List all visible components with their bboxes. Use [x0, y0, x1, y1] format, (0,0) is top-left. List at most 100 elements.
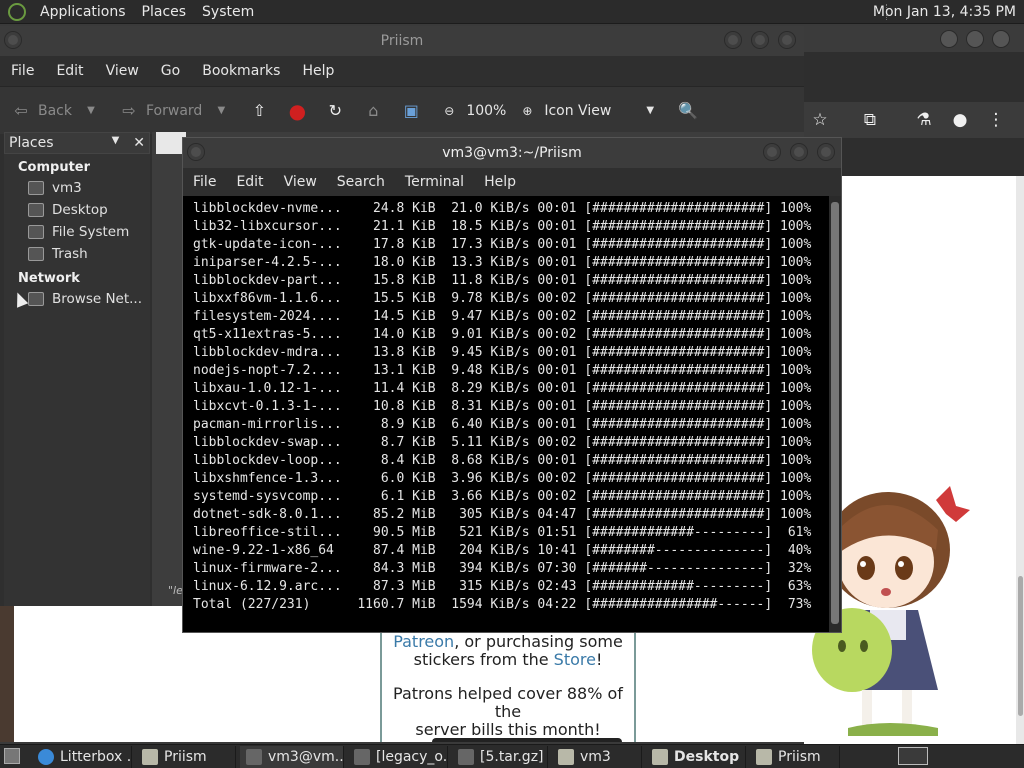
maximize-button[interactable]	[751, 31, 769, 49]
terminal-line: Total (227/231) 1160.7 MiB 1594 KiB/s 04…	[193, 597, 812, 612]
patreon-link[interactable]: Patreon	[393, 632, 454, 651]
taskbar-item[interactable]: Priism	[750, 745, 840, 768]
menu-view[interactable]: View	[274, 174, 327, 190]
store-link[interactable]: Store	[554, 650, 596, 669]
clock[interactable]: Mon Jan 13, 4:35 PM	[873, 4, 1016, 20]
close-button[interactable]	[817, 143, 835, 161]
labs-flask-icon[interactable]: ⚗	[914, 110, 934, 130]
home-button[interactable]: ⌂	[362, 100, 390, 122]
home-folder-icon: ⌂	[368, 100, 379, 120]
chevron-down-icon[interactable]: ▼	[639, 100, 661, 122]
menu-terminal[interactable]: Terminal	[395, 174, 474, 190]
support-text: stickers from the	[413, 650, 554, 669]
zoom-in-button[interactable]: ⊕ Icon View ▼	[516, 100, 667, 122]
view-mode-select[interactable]: Icon View	[544, 103, 611, 119]
up-button[interactable]: ⇧	[248, 100, 276, 122]
trash-icon	[28, 247, 44, 261]
profile-icon[interactable]: ●	[950, 110, 970, 130]
scroll-thumb[interactable]	[1018, 576, 1023, 716]
maximize-button[interactable]	[790, 143, 808, 161]
fm-titlebar[interactable]: Priism	[0, 26, 804, 56]
taskbar-item[interactable]: Desktop	[646, 745, 746, 768]
workspace-switcher[interactable]	[898, 747, 928, 765]
taskbar-item[interactable]: [legacy_o...	[348, 745, 448, 768]
menu-search[interactable]: Search	[327, 174, 395, 190]
menu-go[interactable]: Go	[150, 63, 191, 79]
menu-edit[interactable]: Edit	[226, 174, 273, 190]
terminal-screen[interactable]: libblockdev-nvme... 24.8 KiB 21.0 KiB/s …	[187, 198, 827, 632]
stop-button[interactable]: ●	[286, 100, 314, 122]
fm-toolbar: ⇦ Back ▼ ⇨ Forward ▼ ⇧ ● ↻ ⌂ ▣ ⊖ 100% ⊕ Icon V…	[0, 86, 804, 134]
support-text: !	[595, 650, 603, 669]
reload-icon: ↻	[328, 100, 343, 120]
menu-file[interactable]: File	[183, 174, 226, 190]
taskbar-item[interactable]: vm3@vm...	[240, 745, 344, 768]
terminal-line: libblockdev-swap... 8.7 KiB 5.11 KiB/s 0…	[193, 435, 812, 450]
menu-places[interactable]: Places	[134, 4, 195, 20]
menu-view[interactable]: View	[95, 63, 150, 79]
chevron-down-icon[interactable]: ▼	[210, 100, 232, 122]
forward-button[interactable]: ⇨ Forward ▼	[118, 100, 238, 122]
search-button[interactable]: 🔍	[677, 100, 705, 122]
support-button[interactable]	[432, 738, 622, 742]
back-button[interactable]: ⇦ Back ▼	[10, 100, 108, 122]
terminal-scrollbar[interactable]	[829, 196, 841, 632]
computer-button[interactable]: ▣	[400, 100, 428, 122]
show-desktop-icon[interactable]	[4, 748, 20, 764]
taskbar-item-label: vm3	[580, 748, 611, 765]
window-menu-button[interactable]	[4, 31, 22, 49]
menu-edit[interactable]: Edit	[45, 63, 94, 79]
sidepane-header: Places ▼ ✕	[4, 132, 150, 154]
terminal-line: pacman-mirrorlis... 8.9 KiB 6.40 KiB/s 0…	[193, 417, 812, 432]
extensions-icon[interactable]: ⧉	[860, 110, 880, 130]
maximize-button[interactable]	[966, 30, 984, 48]
stop-icon: ●	[288, 98, 307, 123]
sidebar-item-vm3[interactable]: vm3	[4, 177, 150, 199]
sidebar-item-filesystem[interactable]: File System	[4, 221, 150, 243]
window-menu-button[interactable]	[187, 143, 205, 161]
terminal-line: qt5-x11extras-5.... 14.0 KiB 9.01 KiB/s …	[193, 327, 812, 342]
terminal-line: libblockdev-nvme... 24.8 KiB 21.0 KiB/s …	[193, 201, 812, 216]
chevron-down-icon[interactable]: ▼	[112, 135, 120, 151]
taskbar-item-label: Priism	[164, 748, 207, 765]
terminal-line: gtk-update-icon-... 17.8 KiB 17.3 KiB/s …	[193, 237, 812, 252]
reload-button[interactable]: ↻	[324, 100, 352, 122]
top-panel: Applications Places System Mon Jan 13, 4…	[0, 0, 1024, 24]
sidebar-item-trash[interactable]: Trash	[4, 243, 150, 265]
browser-titlebar[interactable]	[804, 26, 1024, 52]
taskbar-item[interactable]: Litterbox ...	[32, 745, 132, 768]
minimize-button[interactable]	[763, 143, 781, 161]
browser-toolbar: ☆ ⧉ ⚗ ● ⋮	[804, 102, 1024, 138]
distro-logo-icon[interactable]	[8, 2, 26, 21]
minimize-button[interactable]	[724, 31, 742, 49]
scroll-thumb[interactable]	[831, 202, 839, 624]
chevron-down-icon[interactable]: ▼	[80, 100, 102, 122]
menu-help[interactable]: Help	[474, 174, 526, 190]
sidepane-header-label[interactable]: Places	[9, 135, 54, 151]
folder-icon	[652, 748, 668, 765]
sidebar-item-desktop[interactable]: Desktop	[4, 199, 150, 221]
archive-icon	[458, 748, 474, 765]
terminal-titlebar[interactable]: vm3@vm3:~/Priism	[183, 138, 841, 168]
minimize-button[interactable]	[940, 30, 958, 48]
terminal-line: lib32-libxcursor... 21.1 KiB 18.5 KiB/s …	[193, 219, 812, 234]
close-button[interactable]	[992, 30, 1010, 48]
menu-applications[interactable]: Applications	[32, 4, 134, 20]
menu-file[interactable]: File	[0, 63, 45, 79]
taskbar-item[interactable]: [5.tar.gz]	[452, 745, 548, 768]
arrow-right-icon: ⇨	[122, 100, 136, 120]
browser-scrollbar[interactable]	[1016, 176, 1024, 744]
menu-bookmarks[interactable]: Bookmarks	[191, 63, 291, 79]
menu-help[interactable]: Help	[291, 63, 345, 79]
taskbar-item[interactable]: vm3	[552, 745, 642, 768]
taskbar-item[interactable]: Priism	[136, 745, 236, 768]
bookmark-star-icon[interactable]: ☆	[810, 110, 830, 130]
close-icon[interactable]: ✕	[133, 135, 145, 151]
kebab-menu-icon[interactable]: ⋮	[986, 110, 1006, 130]
arrow-left-icon: ⇦	[14, 100, 28, 120]
terminal-line: linux-firmware-2... 84.3 MiB 394 KiB/s 0…	[193, 561, 812, 576]
terminal-line: libblockdev-loop... 8.4 KiB 8.68 KiB/s 0…	[193, 453, 812, 468]
close-button[interactable]	[778, 31, 796, 49]
zoom-out-button[interactable]: ⊖ 100%	[438, 100, 506, 122]
menu-system[interactable]: System	[194, 4, 262, 20]
